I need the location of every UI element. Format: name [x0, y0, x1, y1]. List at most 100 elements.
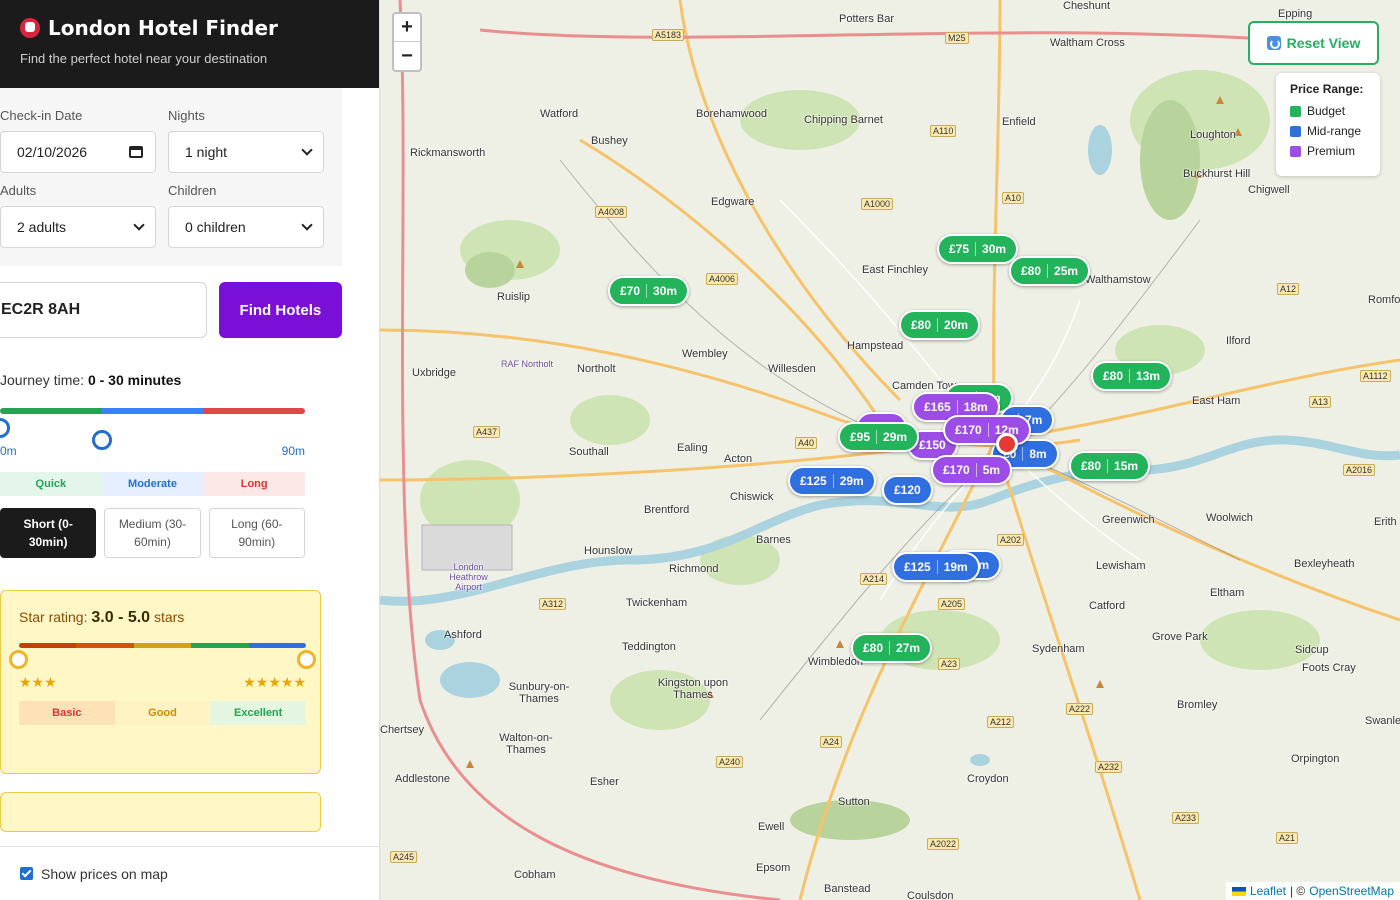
zoom-out-button[interactable]: − [394, 42, 420, 70]
place-label: Waltham Cross [1050, 37, 1125, 49]
place-label: Brentford [644, 504, 690, 516]
legend-title: Price Range: [1290, 82, 1364, 96]
place-label: Ewell [758, 821, 785, 833]
medium-journey-button[interactable]: Medium (30-60min) [104, 508, 201, 558]
chevron-down-icon [133, 219, 145, 231]
hotel-marker[interactable]: £75 30m [937, 234, 1019, 264]
rating-excellent: Excellent [210, 701, 307, 725]
children-label: Children [168, 183, 217, 198]
place-label: Kingston upon Thames [657, 677, 729, 701]
road-label: A245 [390, 851, 418, 863]
hotel-marker[interactable]: £80 27m [851, 633, 933, 663]
place-label: Orpington [1291, 753, 1340, 765]
place-label: Chertsey [380, 724, 425, 736]
place-label: Romford [1368, 294, 1400, 306]
journey-min-handle[interactable] [0, 418, 10, 438]
road-label: A212 [987, 716, 1015, 728]
hotel-marker[interactable]: £80 15m [1069, 451, 1151, 481]
place-label: Enfield [1002, 116, 1036, 128]
place-label: Chigwell [1248, 184, 1290, 196]
road-label: A205 [938, 598, 966, 610]
place-label: London Heathrow Airport [449, 562, 488, 592]
long-journey-button[interactable]: Long (60-90min) [208, 508, 305, 558]
calendar-icon[interactable] [129, 146, 143, 158]
hotel-marker[interactable]: £70 30m [608, 276, 690, 306]
destination-pin[interactable] [996, 433, 1018, 455]
place-label: Loughton [1190, 129, 1236, 141]
place-label: Cobham [514, 869, 556, 881]
chevron-down-icon [301, 219, 313, 231]
place-label: Ealing [677, 442, 708, 454]
hotel-marker[interactable]: £170 5m [931, 455, 1013, 485]
hotel-marker[interactable]: £95 29m [838, 422, 920, 452]
road-label: A4006 [706, 273, 739, 285]
place-label: Foots Cray [1302, 662, 1356, 674]
place-label: Ruislip [497, 291, 531, 303]
place-label: Lewisham [1096, 560, 1146, 572]
hotel-marker[interactable]: £80 20m [899, 310, 981, 340]
find-hotels-button[interactable]: Find Hotels [218, 282, 342, 338]
budget-swatch [1290, 105, 1301, 117]
zoom-control: + − [392, 12, 422, 72]
road-label: A240 [716, 756, 744, 768]
star-max-handle[interactable] [297, 650, 316, 669]
short-journey-button[interactable]: Short (0-30min) [0, 508, 97, 558]
star-min-handle[interactable] [9, 650, 28, 669]
road-label: A10 [1002, 192, 1025, 204]
road-label: A4008 [595, 206, 628, 218]
adults-select[interactable]: 2 adults [0, 206, 156, 248]
hotel-marker[interactable]: £125 29m [788, 466, 876, 496]
place-label: Greenwich [1102, 514, 1155, 526]
category-long: Long [203, 472, 306, 496]
place-label: Bushey [591, 135, 628, 147]
hotel-marker[interactable]: £125 19m [892, 552, 980, 582]
place-label: Borehamwood [696, 108, 767, 120]
journey-max-handle[interactable] [91, 430, 112, 450]
chevron-down-icon [301, 144, 313, 156]
road-label: A110 [930, 125, 957, 137]
osm-link[interactable]: OpenStreetMap [1309, 884, 1394, 898]
zoom-in-button[interactable]: + [394, 14, 420, 42]
map[interactable]: Cheshunt Potters Bar Epping Waltham Cros… [380, 0, 1400, 900]
road-label: A202 [997, 534, 1025, 546]
show-prices-checkbox[interactable] [20, 867, 33, 880]
place-label: Hampstead [847, 340, 904, 352]
reset-view-button[interactable]: Reset View [1248, 21, 1379, 65]
nights-select[interactable]: 1 night [168, 131, 324, 173]
place-label: Potters Bar [839, 13, 895, 25]
journey-max-label: 90m [281, 444, 305, 458]
place-label: Twickenham [626, 597, 688, 609]
sidebar: London Hotel Finder Find the perfect hot… [0, 0, 380, 900]
road-label: A437 [473, 426, 501, 438]
adults-label: Adults [0, 183, 37, 198]
hotel-marker[interactable]: £120 [882, 475, 933, 505]
journey-time-text: Journey time: 0 - 30 minutes [0, 372, 182, 388]
place-label: Rickmansworth [410, 147, 486, 159]
star-rating-filter: Star rating: 3.0 - 5.0 stars ★★★ ★★★★★ B… [0, 590, 321, 774]
road-label: A312 [539, 598, 567, 610]
leaflet-link[interactable]: Leaflet [1250, 884, 1286, 898]
journey-time-filter: Journey time: 0 - 30 minutes 0m 90m Quic… [0, 338, 342, 832]
road-label: A2016 [1343, 464, 1376, 476]
checkin-date-input[interactable]: 02/10/2026 [0, 131, 156, 173]
sidebar-footer: Show prices on map [0, 846, 379, 900]
place-label: Addlestone [395, 773, 451, 785]
place-label: East Ham [1192, 395, 1241, 407]
premium-swatch [1290, 145, 1301, 157]
place-label: Bromley [1177, 699, 1218, 711]
road-label: A21 [1276, 832, 1299, 844]
road-label: A24 [820, 736, 843, 748]
place-label: Barnes [756, 534, 791, 546]
app-subtitle: Find the perfect hotel near your destina… [20, 51, 268, 66]
place-label: Northolt [577, 363, 616, 375]
postcode-input[interactable]: EC2R 8AH [0, 282, 207, 338]
hotel-marker[interactable]: £80 25m [1009, 256, 1091, 286]
place-label: Ashford [444, 629, 482, 641]
show-prices-label[interactable]: Show prices on map [41, 866, 168, 882]
children-select[interactable]: 0 children [168, 206, 324, 248]
rating-good: Good [114, 701, 211, 725]
road-label: A1000 [861, 198, 894, 210]
sidebar-scroll-area[interactable]: Check-in Date 02/10/2026 Nights 1 night [0, 88, 379, 846]
place-label: Ilford [1226, 335, 1251, 347]
hotel-marker[interactable]: £80 13m [1091, 361, 1173, 391]
